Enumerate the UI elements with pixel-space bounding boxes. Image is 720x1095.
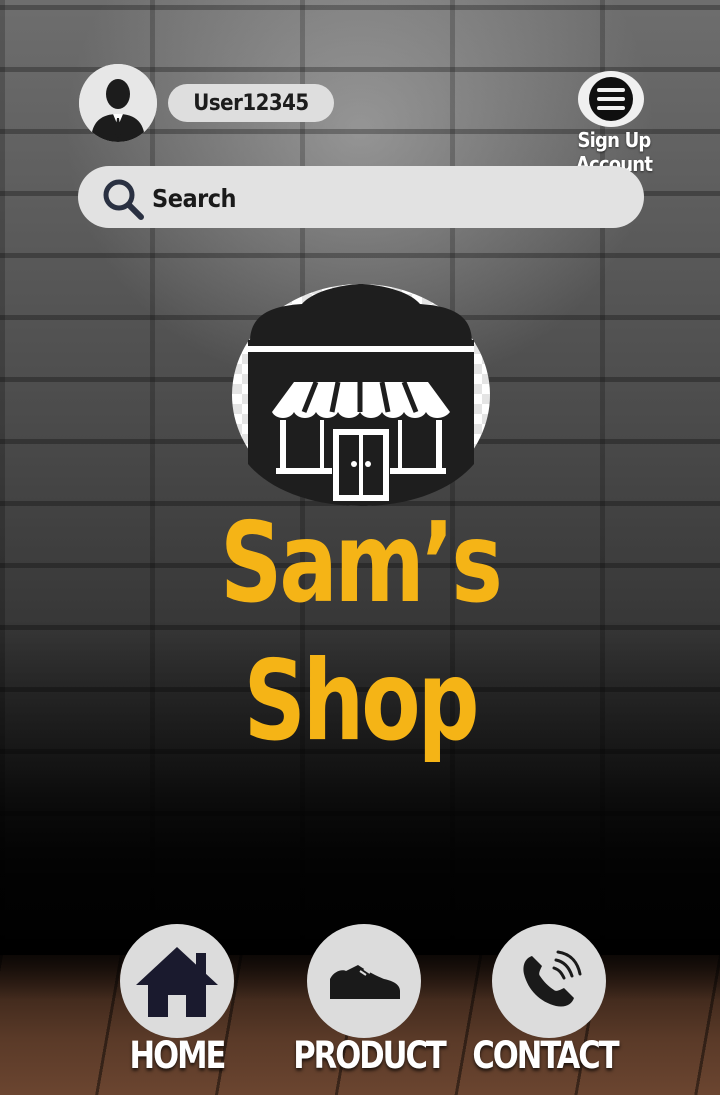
hamburger-icon [589,77,633,121]
username-badge[interactable]: User12345 [168,84,334,122]
shop-title: Sam’s Shop [220,498,503,766]
home-icon [136,947,218,1017]
product-label[interactable]: PRODUCT [289,1034,449,1078]
home-button[interactable] [120,924,234,1038]
shoe-icon [330,965,400,999]
storefront-logo [232,284,490,506]
search-icon [103,179,144,220]
phone-icon [523,950,582,1007]
search-input[interactable] [150,177,624,219]
search-bar[interactable] [78,166,644,228]
contact-button[interactable] [492,924,606,1038]
menu-button[interactable] [578,71,644,127]
person-icon [79,64,157,142]
user-avatar[interactable] [79,64,157,142]
product-button[interactable] [307,924,421,1038]
contact-label[interactable]: CONTACT [465,1034,625,1078]
home-label[interactable]: HOME [97,1034,257,1078]
